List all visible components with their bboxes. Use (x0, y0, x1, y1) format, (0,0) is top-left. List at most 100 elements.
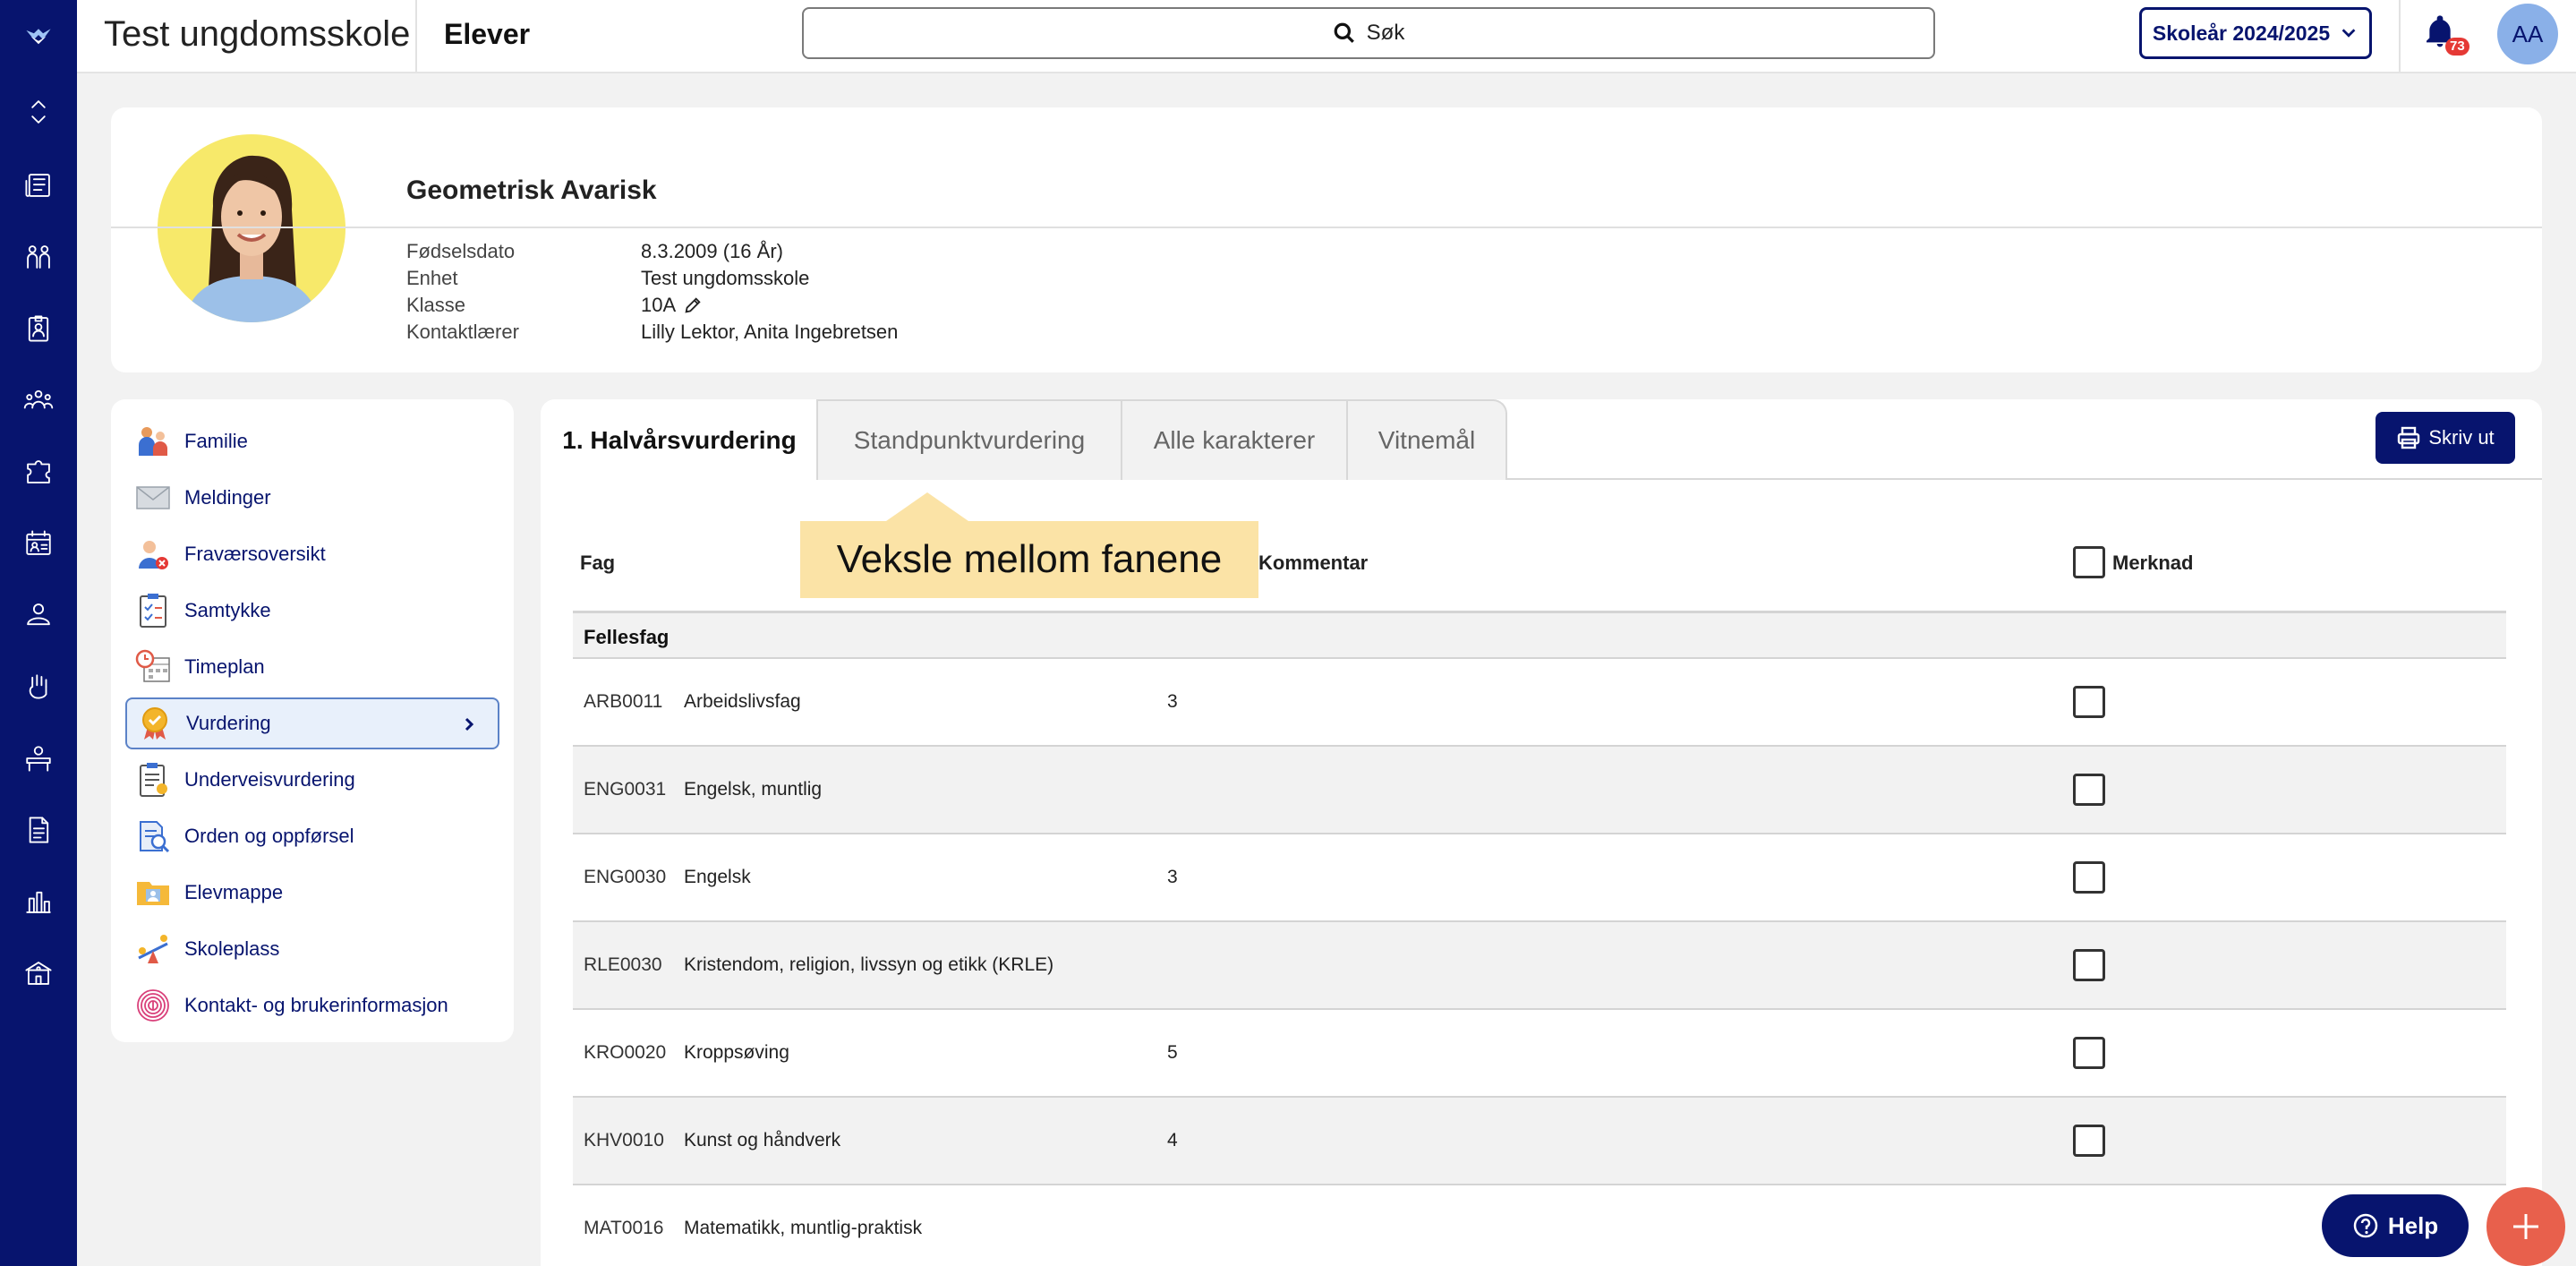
seesaw-icon (134, 930, 172, 968)
grade: 4 (1167, 1130, 1178, 1151)
envelope-icon (134, 479, 172, 517)
clipboard-icon (134, 592, 172, 629)
groups-icon[interactable] (20, 381, 57, 419)
menu-label: Vurdering (186, 712, 271, 734)
tab-vitnemal[interactable]: Vitnemål (1346, 399, 1507, 480)
column-header-merknad: Merknad (2112, 552, 2194, 574)
contact-person-icon[interactable] (20, 596, 57, 634)
print-button[interactable]: Skriv ut (2376, 412, 2515, 464)
tab-switch-tooltip: Veksle mellom fanene (800, 521, 1258, 598)
puzzle-icon[interactable] (20, 453, 57, 491)
subject-code: ARB0011 (584, 691, 663, 712)
column-header-fag: Fag (580, 552, 616, 574)
notification-count-badge: 73 (2445, 38, 2469, 56)
tab-halvarsvurdering[interactable]: 1. Halvårsvurdering (541, 399, 818, 482)
menu-item-timeplan[interactable]: Timeplan (125, 641, 499, 693)
pencil-edit-icon[interactable] (683, 295, 703, 315)
menu-item-meldinger[interactable]: Meldinger (125, 472, 499, 524)
table-row: ENG0030 Engelsk 3 (573, 834, 2506, 922)
menu-item-kontakt-og-brukerinformasjon[interactable]: Kontakt- og brukerinformasjon (125, 979, 499, 1031)
menu-item-familie[interactable]: Familie (125, 415, 499, 467)
class-label: Klasse (406, 294, 466, 316)
menu-item-orden-og-oppforsel[interactable]: Orden og oppførsel (125, 810, 499, 862)
table-row: ARB0011 Arbeidslivsfag 3 (573, 659, 2506, 747)
plus-icon (2513, 1214, 2538, 1239)
desk-icon[interactable] (20, 740, 57, 777)
row-checkbox[interactable] (2073, 686, 2105, 718)
subject-name: Kristendom, religion, livssyn og etikk (… (684, 954, 1054, 975)
unit-label: Enhet (406, 267, 458, 289)
menu-label: Underveisvurdering (184, 768, 355, 791)
row-checkbox[interactable] (2073, 949, 2105, 981)
app-logo-icon[interactable] (20, 16, 57, 54)
id-badge-icon[interactable] (20, 310, 57, 347)
birthdate-text: 8.3.2009 (16 År) (641, 240, 783, 262)
subject-code: ENG0031 (584, 779, 667, 800)
school-year-select[interactable]: Skoleår 2024/2025 (2139, 7, 2372, 59)
divider (111, 227, 2542, 228)
school-building-icon[interactable] (20, 954, 57, 992)
subject-name: Engelsk, muntlig (684, 779, 823, 800)
add-button[interactable] (2486, 1187, 2565, 1266)
divider (2399, 0, 2401, 72)
medal-icon (136, 705, 174, 742)
table-row: KHV0010 Kunst og håndverk 4 (573, 1098, 2506, 1185)
document-icon[interactable] (20, 811, 57, 849)
school-name[interactable]: Test ungdomsskole (104, 0, 410, 70)
school-year-value: Skoleår 2024/2025 (2152, 21, 2331, 45)
expand-collapse-icon[interactable] (20, 93, 57, 131)
menu-item-underveisvurdering[interactable]: Underveisvurdering (125, 754, 499, 806)
group-header-fellesfag: Fellesfag (573, 611, 2506, 659)
students-icon[interactable] (20, 238, 57, 276)
tab-standpunktvurdering[interactable]: Standpunktvurdering (816, 399, 1122, 480)
unit-value: Test ungdomsskole (641, 267, 809, 290)
subject-name: Engelsk (684, 867, 751, 887)
menu-item-skoleplass[interactable]: Skoleplass (125, 923, 499, 975)
student-photo (158, 134, 345, 322)
subject-code: RLE0030 (584, 954, 662, 975)
raised-hand-icon[interactable] (20, 668, 57, 706)
subject-code: KHV0010 (584, 1130, 664, 1151)
chevron-down-icon (2341, 29, 2356, 38)
calendar-clock-icon (134, 648, 172, 686)
printer-icon (2398, 426, 2420, 449)
row-checkbox[interactable] (2073, 861, 2105, 894)
chevron-right-icon (465, 717, 474, 731)
menu-label: Familie (184, 430, 248, 452)
row-checkbox[interactable] (2073, 1125, 2105, 1157)
unit-text: Test ungdomsskole (641, 267, 810, 289)
bar-chart-icon[interactable] (20, 883, 57, 920)
menu-label: Elevmappe (184, 881, 284, 903)
menu-label: Fraværsoversikt (184, 543, 326, 565)
fingerprint-icon (134, 987, 172, 1024)
folder-icon (134, 874, 172, 911)
family-icon (134, 423, 172, 460)
newspaper-icon[interactable] (20, 167, 57, 204)
tab-alle-karakterer[interactable]: Alle karakterer (1121, 399, 1348, 480)
search-button[interactable]: Søk (802, 7, 1935, 59)
calendar-person-icon[interactable] (20, 525, 57, 562)
table-row: MAT0016 Matematikk, muntlig-praktisk (573, 1185, 2506, 1266)
menu-item-elevmappe[interactable]: Elevmappe (125, 867, 499, 919)
contact-teacher-label: Kontaktlærer (406, 321, 519, 343)
table-row: ENG0031 Engelsk, muntlig (573, 747, 2506, 834)
menu-item-samtykke[interactable]: Samtykke (125, 585, 499, 637)
row-checkbox[interactable] (2073, 774, 2105, 806)
student-side-menu: Familie Meldinger Fraværsoversikt Samtyk… (111, 399, 514, 1042)
subject-code: ENG0030 (584, 867, 667, 887)
row-checkbox[interactable] (2073, 1037, 2105, 1069)
menu-label: Timeplan (184, 655, 265, 678)
user-avatar[interactable]: AA (2497, 4, 2558, 64)
menu-item-fravaersoversikt[interactable]: Fraværsoversikt (125, 528, 499, 580)
help-button[interactable]: Help (2322, 1194, 2469, 1257)
menu-label: Orden og oppførsel (184, 825, 354, 847)
select-all-checkbox[interactable] (2073, 546, 2105, 578)
menu-item-vurdering[interactable]: Vurdering (125, 697, 499, 749)
menu-label: Kontakt- og brukerinformasjon (184, 994, 448, 1016)
subject-name: Kunst og håndverk (684, 1130, 841, 1151)
subject-name: Kroppsøving (684, 1042, 789, 1063)
class-value: 10A (641, 294, 703, 317)
notifications-button[interactable]: 73 (2422, 13, 2469, 57)
question-circle-icon (2353, 1213, 2378, 1238)
student-profile-card: Geometrisk Avarisk Fødselsdato 8.3.2009 … (111, 107, 2542, 372)
